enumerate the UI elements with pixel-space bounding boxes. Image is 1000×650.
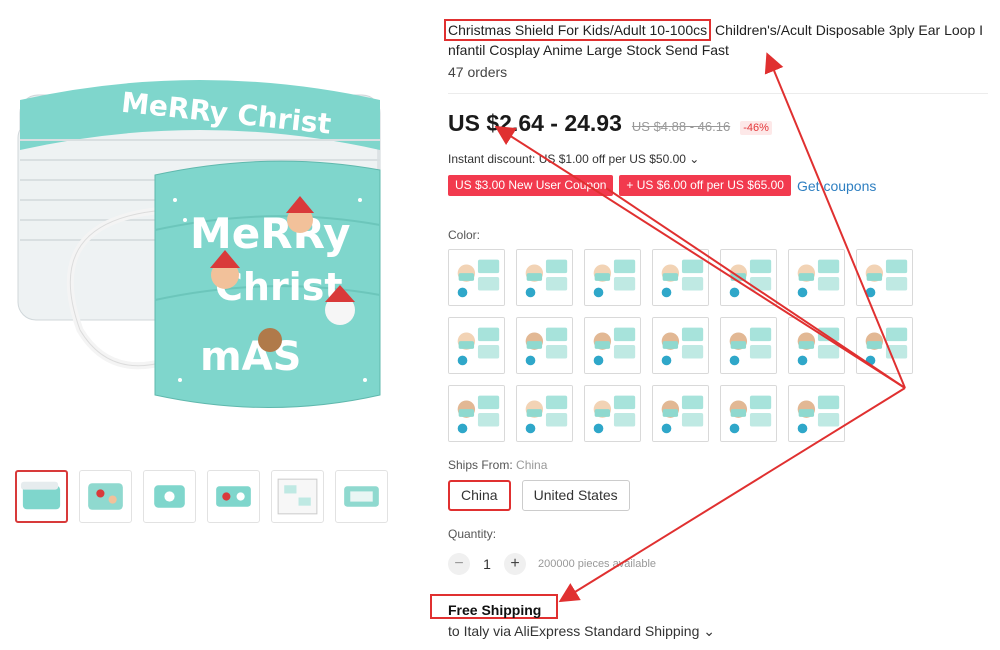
- quantity-increase-button[interactable]: +: [504, 553, 526, 575]
- main-product-image: MeRRy Christ mAS MeRRy Christ: [0, 0, 400, 440]
- color-swatch-10[interactable]: [584, 317, 641, 374]
- ships-from-value: China: [516, 458, 548, 472]
- swatch-thumb-icon: [789, 318, 844, 373]
- thumbnail-3[interactable]: [143, 470, 196, 523]
- swatch-thumb-icon: [789, 250, 844, 305]
- color-swatch-17[interactable]: [584, 385, 641, 442]
- swatch-thumb-icon: [653, 250, 708, 305]
- color-swatch-14[interactable]: [856, 317, 913, 374]
- get-coupons-link[interactable]: Get coupons: [797, 178, 876, 194]
- color-swatch-12[interactable]: [720, 317, 777, 374]
- mask-illustration: MeRRy Christ mAS MeRRy Christ: [17, 80, 381, 408]
- color-swatch-grid: [448, 249, 913, 442]
- original-price: US $4.88 - 46.16: [631, 119, 731, 134]
- product-title: Christmas Shield For Kids/Adult 10-100cs…: [444, 19, 988, 60]
- divider: [448, 93, 988, 94]
- thumbnail-strip: [15, 470, 388, 523]
- color-swatch-20[interactable]: [788, 385, 845, 442]
- swatch-thumb-icon: [585, 250, 640, 305]
- swatch-thumb-icon: [517, 318, 572, 373]
- swatch-thumb-icon: [789, 386, 844, 441]
- swatch-thumb-icon: [721, 318, 776, 373]
- thumbnail-4[interactable]: [207, 470, 260, 523]
- quantity-stepper: − 1 + 200000 pieces available: [448, 553, 656, 575]
- swatch-thumb-icon: [857, 318, 912, 373]
- color-swatch-9[interactable]: [516, 317, 573, 374]
- color-swatch-2[interactable]: [516, 249, 573, 306]
- free-shipping-label: Free Shipping: [430, 594, 558, 619]
- quantity-available: 200000 pieces available: [538, 558, 657, 570]
- quantity-value[interactable]: 1: [482, 556, 492, 572]
- swatch-thumb-icon: [449, 250, 504, 305]
- ships-from-options: China United States: [448, 480, 630, 511]
- color-label: Color:: [448, 228, 481, 242]
- shipping-method[interactable]: to Italy via AliExpress Standard Shippin…: [448, 623, 715, 640]
- quantity-decrease-button[interactable]: −: [448, 553, 470, 575]
- coupon-new-user[interactable]: US $3.00 New User Coupon: [448, 175, 614, 196]
- color-swatch-18[interactable]: [652, 385, 709, 442]
- quantity-label: Quantity:: [448, 527, 497, 541]
- color-swatch-5[interactable]: [720, 249, 777, 306]
- color-swatch-1[interactable]: [448, 249, 505, 306]
- color-swatch-3[interactable]: [584, 249, 641, 306]
- coupon-store[interactable]: + US $6.00 off per US $65.00: [619, 175, 791, 196]
- price-range: US $2.64 - 24.93: [448, 110, 622, 136]
- thumbnail-1[interactable]: [15, 470, 68, 523]
- coupon-row: US $3.00 New User Coupon + US $6.00 off …: [448, 175, 876, 196]
- ships-from-label: Ships From: China: [448, 458, 547, 472]
- swatch-thumb-icon: [449, 386, 504, 441]
- color-swatch-7[interactable]: [856, 249, 913, 306]
- color-swatch-16[interactable]: [516, 385, 573, 442]
- swatch-thumb-icon: [857, 250, 912, 305]
- color-swatch-13[interactable]: [788, 317, 845, 374]
- svg-text:mAS: mAS: [200, 334, 301, 380]
- thumbnail-2[interactable]: [79, 470, 132, 523]
- color-swatch-15[interactable]: [448, 385, 505, 442]
- orders-count: 47 orders: [448, 64, 508, 80]
- color-swatch-19[interactable]: [720, 385, 777, 442]
- ships-from-text: Ships From:: [448, 458, 513, 472]
- color-swatch-4[interactable]: [652, 249, 709, 306]
- ship-option-china[interactable]: China: [448, 480, 511, 511]
- swatch-thumb-icon: [449, 318, 504, 373]
- swatch-thumb-icon: [517, 386, 572, 441]
- price-row: US $2.64 - 24.93 US $4.88 - 46.16 -46%: [448, 110, 772, 137]
- swatch-thumb-icon: [653, 318, 708, 373]
- swatch-thumb-icon: [653, 386, 708, 441]
- title-highlight: Christmas Shield For Kids/Adult 10-100cs: [444, 19, 712, 41]
- swatch-thumb-icon: [517, 250, 572, 305]
- ship-option-united-states[interactable]: United States: [521, 480, 630, 511]
- color-swatch-6[interactable]: [788, 249, 845, 306]
- swatch-thumb-icon: [721, 250, 776, 305]
- svg-text:MeRRy: MeRRy: [190, 209, 350, 258]
- swatch-thumb-icon: [585, 386, 640, 441]
- discount-badge: -46%: [740, 121, 772, 135]
- color-swatch-11[interactable]: [652, 317, 709, 374]
- color-swatch-8[interactable]: [448, 317, 505, 374]
- thumbnail-5[interactable]: [271, 470, 324, 523]
- swatch-thumb-icon: [721, 386, 776, 441]
- swatch-thumb-icon: [585, 318, 640, 373]
- instant-discount[interactable]: Instant discount: US $1.00 off per US $5…: [448, 152, 699, 166]
- thumbnail-6[interactable]: [335, 470, 388, 523]
